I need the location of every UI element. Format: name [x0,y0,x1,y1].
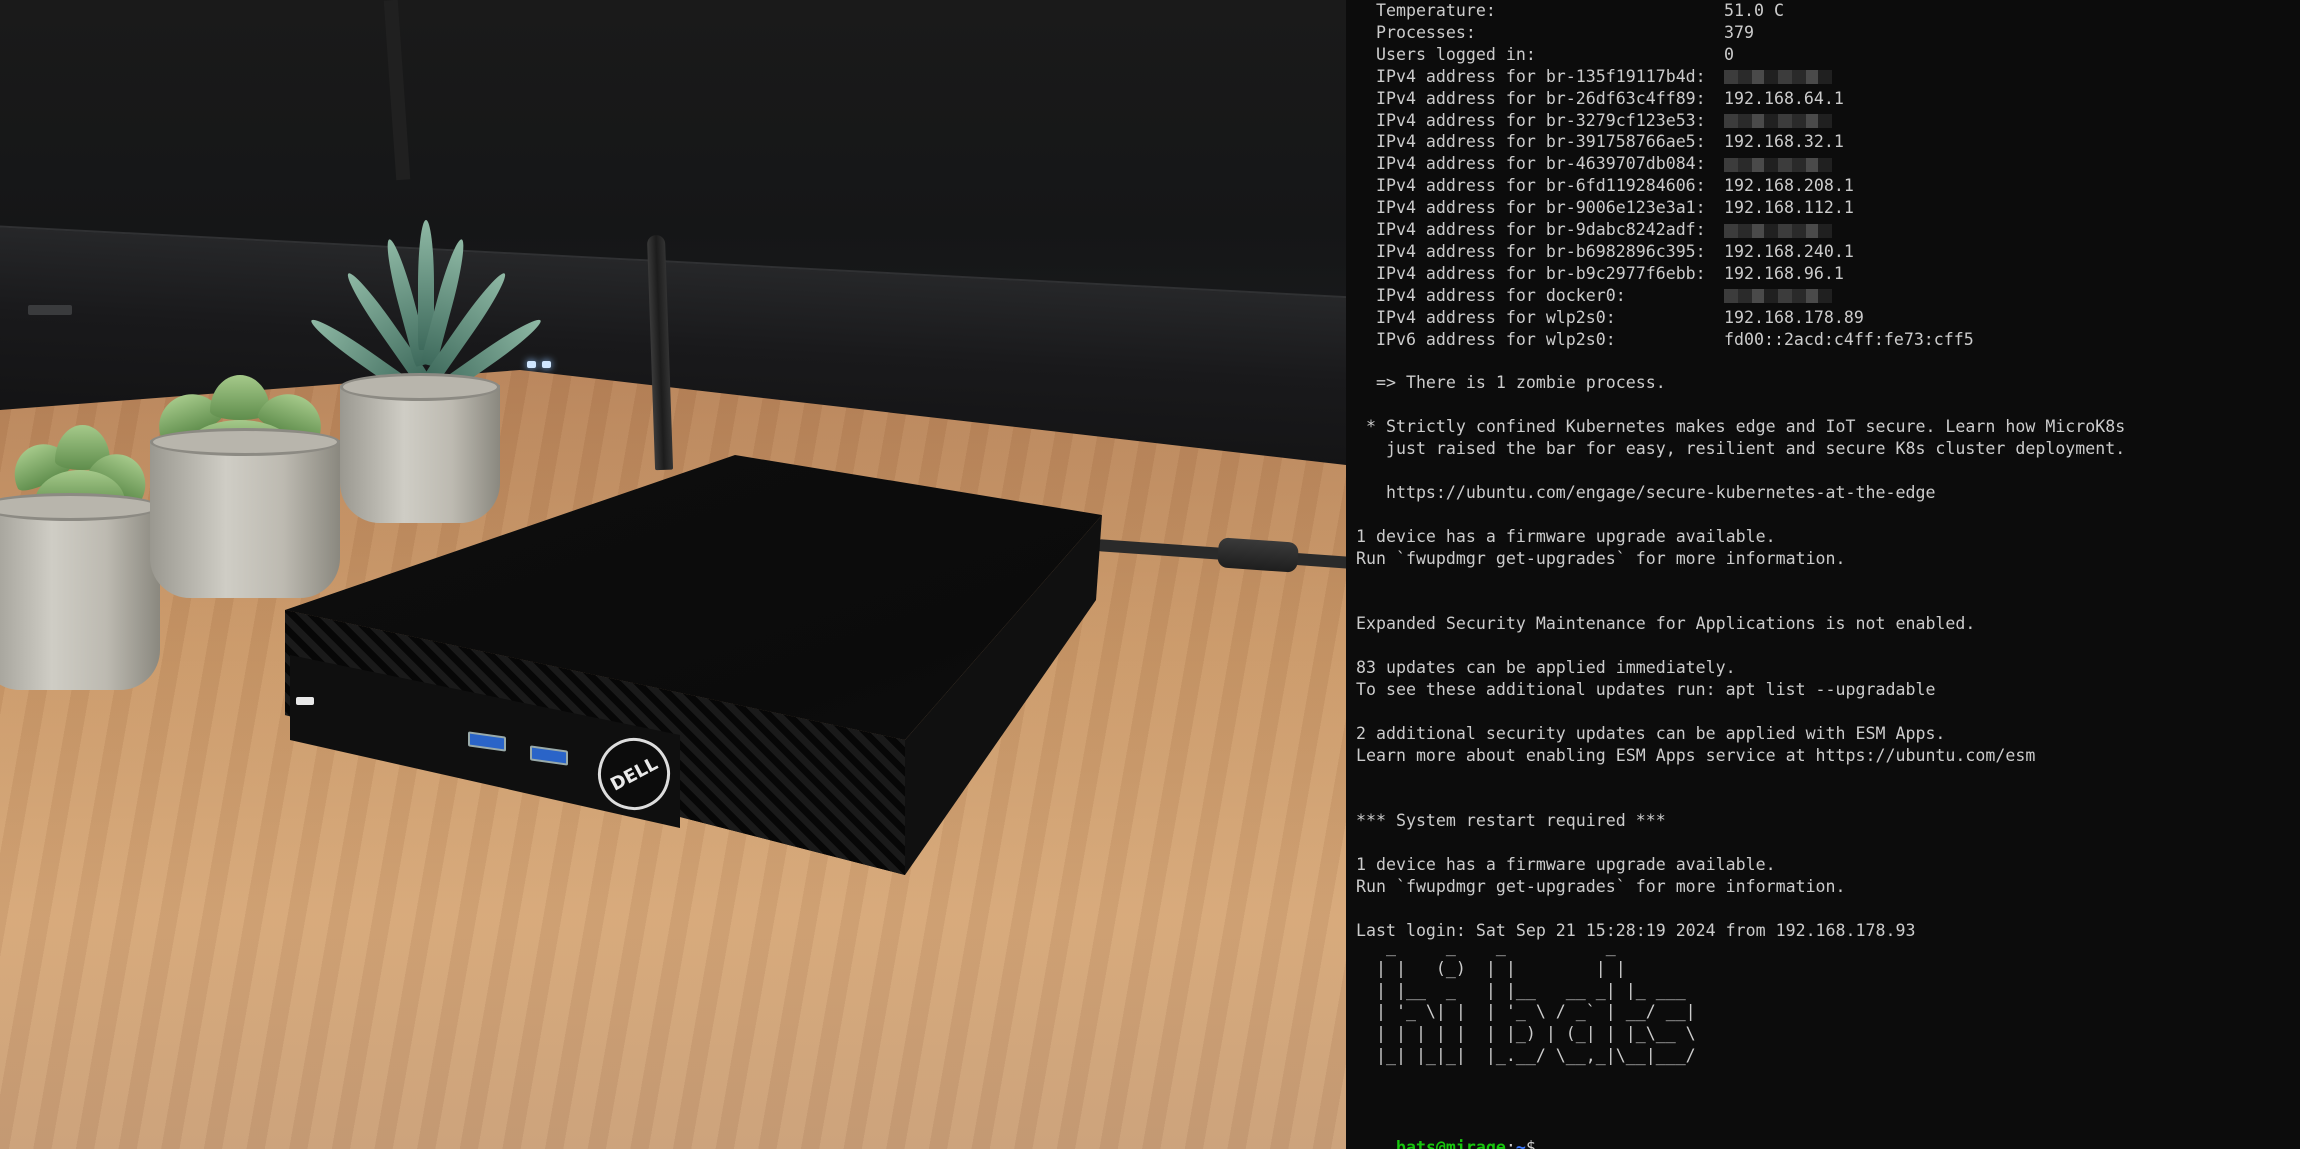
sysinfo-label: Processes: [1356,22,1476,42]
redacted-value [1724,70,1832,85]
plant-pot [0,493,160,690]
sysinfo-line: IPv4 address for docker0: [1356,285,1832,307]
sysinfo-value: 192.168.64.1 [1724,88,1844,108]
prompt-separator: : [1505,1138,1516,1149]
banner-line: | | (_) | | | | [1356,958,1626,978]
banner-line: | |__ _ | |__ __ _| |_ ___ [1356,980,1686,1000]
sysinfo-line: IPv4 address for br-b9c2977f6ebb: 192.168… [1356,263,1844,285]
motd-line: 1 device has a firmware upgrade availabl… [1356,855,1776,875]
sysinfo-label: IPv6 address for wlp2s0: [1356,329,1616,349]
banner-line: |_| |_|_| |_.__/ \__,_|\__|___/ [1356,1046,1696,1066]
motd-line: => There is 1 zombie process. [1356,373,1666,393]
sysinfo-value: 379 [1724,22,1754,42]
motd-line: Expanded Security Maintenance for Applic… [1356,614,1976,634]
sysinfo-label: IPv4 address for br-b9c2977f6ebb: [1356,263,1706,283]
sysinfo-label: IPv4 address for br-26df63c4ff89: [1356,88,1706,108]
sysinfo-line: IPv4 address for br-26df63c4ff89: 192.168… [1356,88,1844,110]
sysinfo-label: IPv4 address for wlp2s0: [1356,307,1616,327]
sysinfo-line: Processes: 379 [1356,22,1754,44]
prompt-path: ~ [1515,1138,1526,1149]
sysinfo-value: 192.168.208.1 [1724,176,1854,196]
motd-line: *** System restart required *** [1356,811,1666,831]
terminal-window[interactable]: Temperature: 51.0 C Processes: 379 Users l… [1346,0,2300,1149]
motd-line: 1 device has a firmware upgrade availabl… [1356,526,1776,546]
sysinfo-value: 192.168.178.89 [1724,307,1864,327]
sysinfo-value: 192.168.96.1 [1724,263,1844,283]
sysinfo-label: IPv4 address for br-3279cf123e53: [1356,110,1706,130]
motd-line: To see these additional updates run: apt… [1356,679,1936,699]
sysinfo-line: Temperature: 51.0 C [1356,0,1784,22]
sysinfo-line: IPv4 address for br-9006e123e3a1: 192.168… [1356,197,1854,219]
cable-ferrite [1217,537,1299,573]
sysinfo-label: IPv4 address for br-9dabc8242adf: [1356,220,1706,239]
sysinfo-label: IPv4 address for br-9006e123e3a1: [1356,198,1706,218]
shell-prompt[interactable]: bats@mirage:~$ [1356,1115,1536,1149]
motd-line: * Strictly confined Kubernetes makes edg… [1356,417,2126,437]
prompt-symbol: $ [1525,1138,1536,1149]
sysinfo-line: IPv4 address for wlp2s0: 192.168.178.89 [1356,307,1864,329]
sysinfo-label: IPv4 address for br-4639707db084: [1356,154,1706,174]
sysinfo-value: 192.168.32.1 [1724,132,1844,152]
plant-pot [150,428,340,598]
sysinfo-value: 51.0 C [1724,1,1784,20]
motd-line: Learn more about enabling ESM Apps servi… [1356,745,2036,765]
sysinfo-label: IPv4 address for br-135f19117b4d: [1356,66,1706,86]
photo-panel: DELL [0,0,1346,1149]
sysinfo-line: IPv4 address for br-135f19117b4d: [1356,66,1832,88]
spiky-succulent [306,150,546,402]
prompt-user-host: bats@mirage [1395,1138,1506,1149]
power-button [296,697,314,705]
sysinfo-value: 0 [1724,44,1734,64]
sysinfo-value: fd00::2acd:c4ff:fe73:cff5 [1724,329,1974,349]
redacted-value [1724,289,1832,304]
sysinfo-label: IPv4 address for br-b6982896c395: [1356,241,1706,261]
redacted-value [1724,157,1832,172]
sysinfo-label: IPv4 address for docker0: [1356,285,1626,305]
motd-line: just raised the bar for easy, resilient … [1356,439,2126,458]
sysinfo-value: 192.168.112.1 [1724,198,1854,218]
motd-line: 83 updates can be applied immediately. [1356,658,1736,677]
redacted-value [1724,223,1832,238]
banner-line: | '_ \| | | '_ \ / _` | __/ __| [1356,1002,1696,1022]
banner-line: | | | | | | |_) | (_| | |_\__ \ [1356,1024,1696,1044]
motd-line: 2 additional security updates can be app… [1356,723,1946,743]
motd-line: Run `fwupdmgr get-upgrades` for more inf… [1356,548,1846,568]
banner-line: _ _ _ _ [1356,936,1616,956]
sysinfo-line: IPv4 address for br-391758766ae5: 192.168… [1356,131,1844,153]
sysinfo-line: IPv4 address for br-9dabc8242adf: [1356,219,1832,241]
sysinfo-line: IPv6 address for wlp2s0: fd00::2acd:c4ff:… [1356,329,1974,351]
plant-pot [340,373,500,523]
soundbar-led [542,361,551,368]
soundbar-led [527,361,536,368]
redacted-value [1724,114,1832,128]
motd-line: https://ubuntu.com/engage/secure-kuberne… [1356,482,1936,502]
sysinfo-value: 192.168.240.1 [1724,241,1854,261]
sysinfo-line: IPv4 address for br-4639707db084: [1356,153,1832,175]
sysinfo-line: IPv4 address for br-b6982896c395: 192.168… [1356,241,1854,263]
sysinfo-line: IPv4 address for br-6fd119284606: 192.168… [1356,175,1854,197]
sysinfo-label: IPv4 address for br-391758766ae5: [1356,132,1706,152]
sysinfo-line: IPv4 address for br-3279cf123e53: [1356,110,1832,132]
sysinfo-label: Temperature: [1356,1,1496,20]
soundbar-logo [28,305,72,315]
sysinfo-label: IPv4 address for br-6fd119284606: [1356,176,1706,196]
sysinfo-label: Users logged in: [1356,44,1536,64]
motd-line: Run `fwupdmgr get-upgrades` for more inf… [1356,877,1846,896]
sysinfo-line: Users logged in: 0 [1356,44,1734,66]
